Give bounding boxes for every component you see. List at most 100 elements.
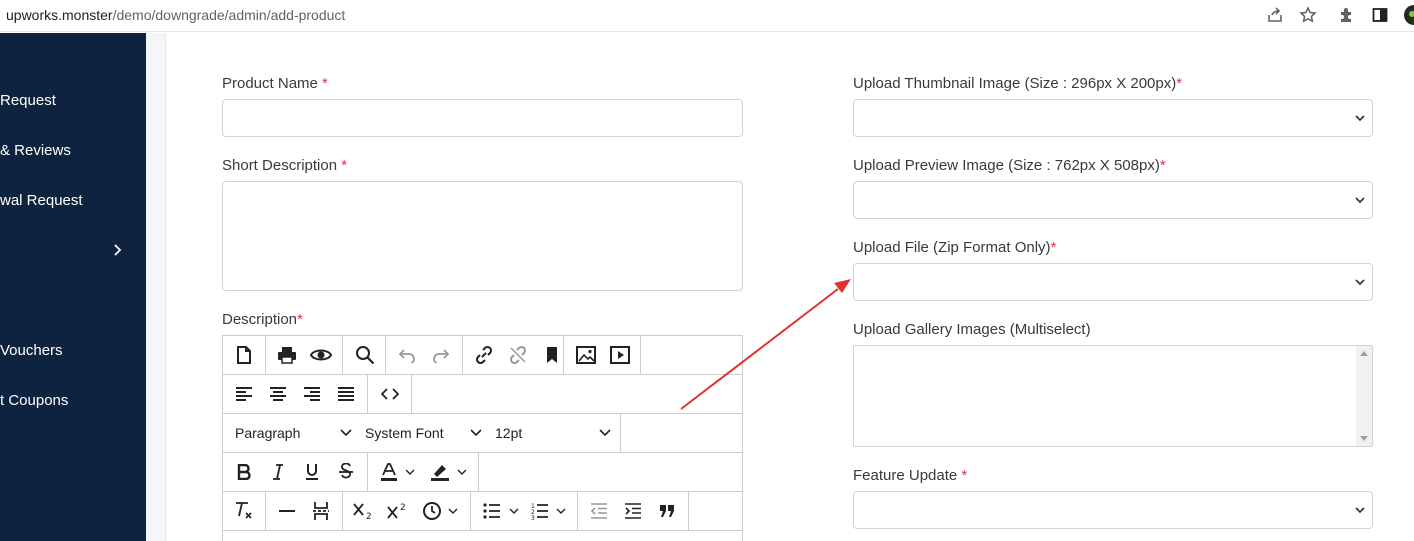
italic-icon[interactable] xyxy=(266,461,290,483)
toolbar-group-colors xyxy=(368,453,479,491)
scroll-up-icon[interactable] xyxy=(1360,350,1368,356)
toolbar-row-1 xyxy=(223,336,742,375)
insert-image-icon[interactable] xyxy=(574,344,598,366)
chevron-down-icon xyxy=(1355,115,1365,122)
align-right-icon[interactable] xyxy=(300,383,324,405)
link-icon[interactable] xyxy=(472,344,496,366)
extensions-icon[interactable] xyxy=(1338,6,1356,24)
feature-update-label: Feature Update * xyxy=(853,467,968,484)
sidebar-item-vouchers[interactable]: Vouchers xyxy=(0,342,63,359)
toolbar-group-search xyxy=(342,336,386,374)
toolbar-row-5: 2 2 123 xyxy=(223,492,742,531)
toolbar-row-2 xyxy=(223,375,742,414)
svg-text:3: 3 xyxy=(531,515,535,520)
profile-avatar-icon[interactable] xyxy=(1402,5,1414,25)
chevron-down-icon xyxy=(599,429,611,437)
bullet-list-icon[interactable] xyxy=(480,500,504,522)
sidebar: Request & Reviews wal Request Vouchers t… xyxy=(0,33,146,541)
svg-text:2: 2 xyxy=(366,512,372,520)
font-family-value: System Font xyxy=(365,425,444,441)
side-panel-icon[interactable] xyxy=(1371,6,1389,24)
toolbar-row-4 xyxy=(223,453,742,492)
new-document-icon[interactable] xyxy=(232,344,256,366)
unlink-icon[interactable] xyxy=(506,344,530,366)
strikethrough-icon[interactable] xyxy=(334,461,358,483)
preview-select[interactable] xyxy=(853,181,1373,219)
gallery-label: Upload Gallery Images (Multiselect) xyxy=(853,321,1091,338)
toolbar-group-insert xyxy=(463,336,641,374)
blockquote-icon[interactable] xyxy=(655,500,679,522)
bold-icon[interactable] xyxy=(232,461,256,483)
chevron-down-icon[interactable] xyxy=(509,508,519,515)
sidebar-item-request[interactable]: Request xyxy=(0,92,56,109)
bookmark-star-icon[interactable] xyxy=(1299,6,1317,24)
toolbar-group-rule xyxy=(266,492,343,530)
short-description-label: Short Description * xyxy=(222,157,348,174)
description-editor: Paragraph System Font 12pt 2 2 1 2 3 xyxy=(222,335,743,541)
chevron-down-icon[interactable] xyxy=(556,508,566,515)
toolbar-group-lists: 123 xyxy=(471,492,578,530)
highlight-color-icon[interactable] xyxy=(428,461,452,483)
chevron-right-icon[interactable] xyxy=(112,243,122,262)
superscript-icon[interactable]: 2 xyxy=(386,500,410,522)
preview-eye-icon[interactable] xyxy=(309,344,333,366)
undo-icon[interactable] xyxy=(395,344,419,366)
chevron-down-icon xyxy=(1355,507,1365,514)
toolbar-group-indent xyxy=(578,492,689,530)
share-icon[interactable] xyxy=(1266,6,1284,24)
page-break-icon[interactable] xyxy=(309,500,333,522)
product-name-input[interactable] xyxy=(222,99,743,137)
feature-update-select[interactable] xyxy=(853,491,1373,529)
toolbar-group-file xyxy=(223,336,266,374)
bookmark-icon[interactable] xyxy=(540,344,564,366)
horizontal-line-icon[interactable] xyxy=(275,500,299,522)
print-icon[interactable] xyxy=(275,344,299,366)
chevron-down-icon[interactable] xyxy=(457,469,467,476)
underline-icon[interactable] xyxy=(300,461,324,483)
sidebar-item-withdrawal-request[interactable]: wal Request xyxy=(0,192,83,209)
toolbar-group-align xyxy=(223,375,368,413)
outdent-icon[interactable] xyxy=(587,500,611,522)
subscript-icon[interactable]: 2 xyxy=(352,500,376,522)
chevron-down-icon xyxy=(470,429,482,437)
toolbar-group-formats: Paragraph System Font 12pt xyxy=(223,414,621,452)
browser-bar: upworks.monster/demo/downgrade/admin/add… xyxy=(0,0,1414,32)
upload-file-select[interactable] xyxy=(853,263,1373,301)
source-code-icon[interactable] xyxy=(378,383,402,405)
chevron-down-icon[interactable] xyxy=(448,508,458,515)
description-label: Description* xyxy=(222,311,303,328)
chevron-down-icon xyxy=(1355,197,1365,204)
toolbar-group-script: 2 2 xyxy=(343,492,471,530)
sidebar-item-reviews[interactable]: & Reviews xyxy=(0,142,71,159)
align-center-icon[interactable] xyxy=(266,383,290,405)
product-name-label: Product Name * xyxy=(222,75,328,92)
insert-media-icon[interactable] xyxy=(608,344,632,366)
upload-file-label: Upload File (Zip Format Only)* xyxy=(853,239,1057,256)
chevron-down-icon xyxy=(1355,279,1365,286)
chevron-down-icon[interactable] xyxy=(405,469,415,476)
align-justify-icon[interactable] xyxy=(334,383,358,405)
short-description-textarea[interactable] xyxy=(222,181,743,291)
toolbar-group-history xyxy=(386,336,463,374)
redo-icon[interactable] xyxy=(429,344,453,366)
gallery-multiselect[interactable] xyxy=(853,345,1373,447)
scroll-down-icon[interactable] xyxy=(1360,436,1368,442)
address-bar[interactable]: upworks.monster/demo/downgrade/admin/add… xyxy=(6,7,345,23)
indent-icon[interactable] xyxy=(621,500,645,522)
insert-datetime-icon[interactable] xyxy=(420,500,444,522)
scrollbar[interactable] xyxy=(1356,346,1372,446)
toolbar-group-code xyxy=(368,375,412,413)
thumbnail-label: Upload Thumbnail Image (Size : 296px X 2… xyxy=(853,75,1183,92)
search-replace-icon[interactable] xyxy=(353,344,377,366)
url-host: upworks.monster xyxy=(6,7,113,23)
content-gutter xyxy=(146,33,166,541)
align-left-icon[interactable] xyxy=(232,383,256,405)
clear-formatting-icon[interactable] xyxy=(232,500,256,522)
block-format-value: Paragraph xyxy=(235,425,301,441)
text-color-icon[interactable] xyxy=(377,461,401,483)
thumbnail-select[interactable] xyxy=(853,99,1373,137)
url-path: /demo/downgrade/admin/add-product xyxy=(112,7,346,23)
sidebar-item-coupons[interactable]: t Coupons xyxy=(0,392,68,409)
numbered-list-icon[interactable]: 123 xyxy=(528,500,552,522)
preview-label: Upload Preview Image (Size : 762px X 508… xyxy=(853,157,1166,174)
